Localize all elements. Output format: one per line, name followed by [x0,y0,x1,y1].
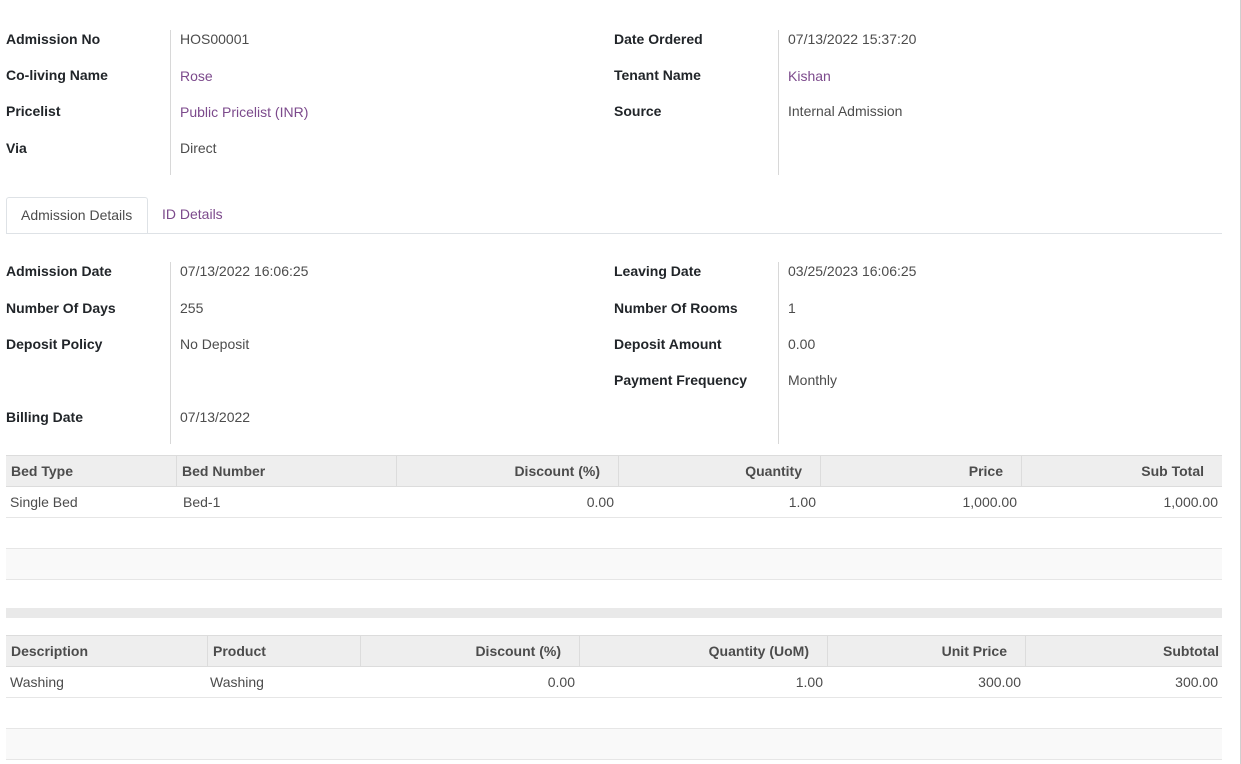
admission-date-value: 07/13/2022 16:06:25 [180,263,309,279]
tab-underline [6,233,1222,234]
number-of-days-value: 255 [180,300,204,316]
admission-no-value: HOS00001 [180,31,250,47]
pricelist-label: Pricelist [6,103,61,119]
deposit-amount-value: 0.00 [788,336,816,352]
admission-no-label: Admission No [6,31,101,47]
bed-price-cell: 1,000.00 [962,494,1018,510]
bed-type-cell: Single Bed [10,494,78,510]
empty-row [6,549,1222,580]
section-divider [6,608,1222,618]
col-bed-type[interactable]: Bed Type [6,456,176,486]
coliving-name-label: Co-living Name [6,67,108,83]
via-label: Via [6,140,27,156]
col-bed-price[interactable]: Price [820,456,1021,486]
number-of-days-label: Number Of Days [6,300,116,316]
header-right-divider [778,30,779,175]
service-discount-cell: 0.00 [547,674,575,690]
details-right-divider [778,262,779,444]
details-left-divider [170,262,171,444]
col-service-subtotal[interactable]: Subtotal [1025,636,1222,666]
bed-number-cell: Bed-1 [183,494,221,510]
coliving-name-link[interactable]: Rose [180,68,213,84]
deposit-policy-label: Deposit Policy [6,336,103,352]
number-of-rooms-value: 1 [788,300,796,316]
number-of-rooms-label: Number Of Rooms [614,300,738,316]
bed-lines-table: Bed Type Bed Number Discount (%) Quantit… [6,455,1222,580]
leaving-date-value: 03/25/2023 16:06:25 [788,263,917,279]
tab-id-details[interactable]: ID Details [148,197,237,234]
description-cell: Washing [10,674,64,690]
tab-admission-details[interactable]: Admission Details [6,197,148,234]
empty-row [6,518,1222,549]
source-label: Source [614,103,662,119]
date-ordered-value: 07/13/2022 15:37:20 [788,31,917,47]
bed-quantity-cell: 1.00 [788,494,816,510]
payment-frequency-label: Payment Frequency [614,372,748,388]
source-value: Internal Admission [788,103,903,119]
pricelist-link[interactable]: Public Pricelist (INR) [180,104,308,120]
col-unit-price[interactable]: Unit Price [827,636,1025,666]
date-ordered-label: Date Ordered [614,31,703,47]
bed-subtotal-cell: 1,000.00 [1163,494,1219,510]
header-left-divider [170,30,171,175]
table-row[interactable]: Single Bed Bed-1 0.00 1.00 1,000.00 1,00… [6,487,1222,518]
service-table-header: Description Product Discount (%) Quantit… [6,635,1222,667]
col-bed-subtotal[interactable]: Sub Total [1021,456,1222,486]
table-row[interactable]: Washing Washing 0.00 1.00 300.00 300.00 [6,667,1222,698]
bed-discount-cell: 0.00 [586,494,614,510]
admission-date-label: Admission Date [6,263,112,279]
bed-table-header: Bed Type Bed Number Discount (%) Quantit… [6,455,1222,487]
service-subtotal-cell: 300.00 [1175,674,1218,690]
billing-date-value: 07/13/2022 [180,409,251,425]
payment-frequency-value: Monthly [788,372,838,388]
tenant-name-link[interactable]: Kishan [788,68,831,84]
service-quantity-cell: 1.00 [795,674,823,690]
tenant-name-label: Tenant Name [614,67,701,83]
via-value: Direct [180,140,217,156]
col-service-discount[interactable]: Discount (%) [360,636,579,666]
empty-row [6,698,1222,729]
deposit-amount-label: Deposit Amount [614,336,722,352]
unit-price-cell: 300.00 [978,674,1021,690]
col-bed-quantity[interactable]: Quantity [618,456,820,486]
col-description[interactable]: Description [6,636,207,666]
col-bed-discount[interactable]: Discount (%) [396,456,618,486]
billing-date-label: Billing Date [6,409,84,425]
col-service-quantity[interactable]: Quantity (UoM) [579,636,827,666]
col-product[interactable]: Product [207,636,360,666]
empty-row [6,729,1222,760]
service-lines-table: Description Product Discount (%) Quantit… [6,635,1222,760]
leaving-date-label: Leaving Date [614,263,702,279]
product-cell: Washing [210,674,264,690]
col-bed-number[interactable]: Bed Number [176,456,396,486]
deposit-policy-value: No Deposit [180,336,250,352]
